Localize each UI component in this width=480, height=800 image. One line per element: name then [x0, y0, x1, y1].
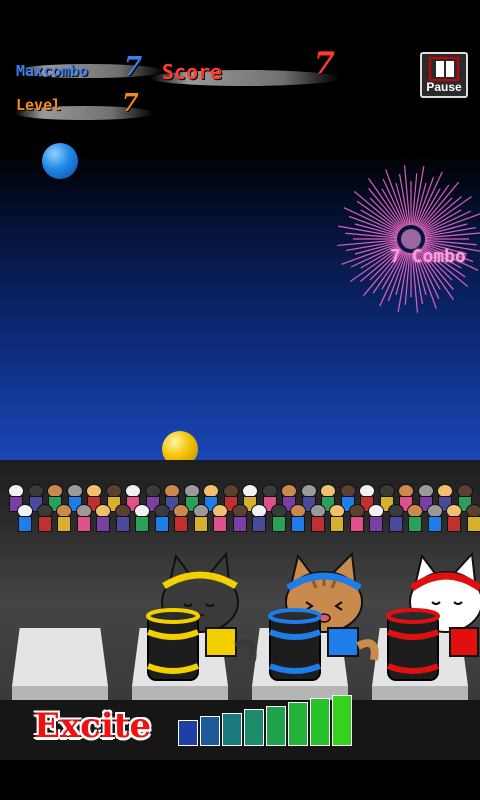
game-stage[interactable]: Maxcombo 7 Score 7 Level 7 Pause 7 Combo	[0, 0, 480, 800]
audience-cat	[425, 504, 443, 532]
lane-pad-1[interactable]	[12, 628, 108, 700]
audience-cat	[347, 504, 365, 532]
excite-meter-bar	[244, 709, 264, 746]
excite-meter-bar	[332, 694, 352, 746]
audience-cat	[152, 504, 170, 532]
excite-label: Excite	[34, 706, 152, 746]
audience-cat	[113, 504, 131, 532]
audience-cat	[230, 504, 248, 532]
pause-button[interactable]: Pause	[420, 52, 468, 98]
audience-cat	[191, 504, 209, 532]
excite-meter-bar	[200, 716, 220, 746]
maxcombo-value: 7	[124, 52, 143, 82]
maxcombo-label: Maxcombo	[16, 62, 89, 80]
audience-cat	[171, 504, 189, 532]
audience-cat	[210, 504, 228, 532]
audience-cat	[249, 504, 267, 532]
black-cat-drummer	[146, 551, 257, 681]
audience-cat	[132, 504, 150, 532]
audience-cat	[15, 504, 33, 532]
audience-cat	[308, 504, 326, 532]
audience-cat	[405, 504, 423, 532]
audience-cat	[269, 504, 287, 532]
audience-cat	[54, 504, 72, 532]
excite-meter-bar	[288, 702, 308, 746]
bottom-bezel	[0, 760, 480, 800]
excite-meter-bar	[266, 705, 286, 746]
firework-burst	[337, 165, 480, 313]
score-label: Score	[162, 60, 223, 84]
audience-cat	[464, 504, 480, 532]
excite-meter	[178, 690, 352, 750]
audience-cat	[366, 504, 384, 532]
audience-cat	[327, 504, 345, 532]
tabby-cat-drummer	[268, 551, 379, 681]
pause-label: Pause	[426, 80, 462, 94]
audience-cat	[93, 504, 111, 532]
pause-icon	[429, 57, 459, 81]
excite-meter-bar	[178, 720, 198, 746]
level-value: 7	[122, 88, 139, 117]
audience-cat	[386, 504, 404, 532]
excite-meter-bar	[222, 712, 242, 746]
audience-cat	[444, 504, 462, 532]
audience-cat	[74, 504, 92, 532]
audience-crowd	[0, 480, 480, 550]
blue-ball[interactable]	[42, 143, 78, 179]
level-label: Level	[16, 96, 62, 114]
score-value: 7	[314, 46, 335, 81]
combo-counter: 7 Combo	[390, 246, 466, 267]
audience-cat	[288, 504, 306, 532]
white-cat-drummer	[386, 551, 480, 681]
excite-meter-bar	[310, 698, 330, 746]
audience-cat	[35, 504, 53, 532]
